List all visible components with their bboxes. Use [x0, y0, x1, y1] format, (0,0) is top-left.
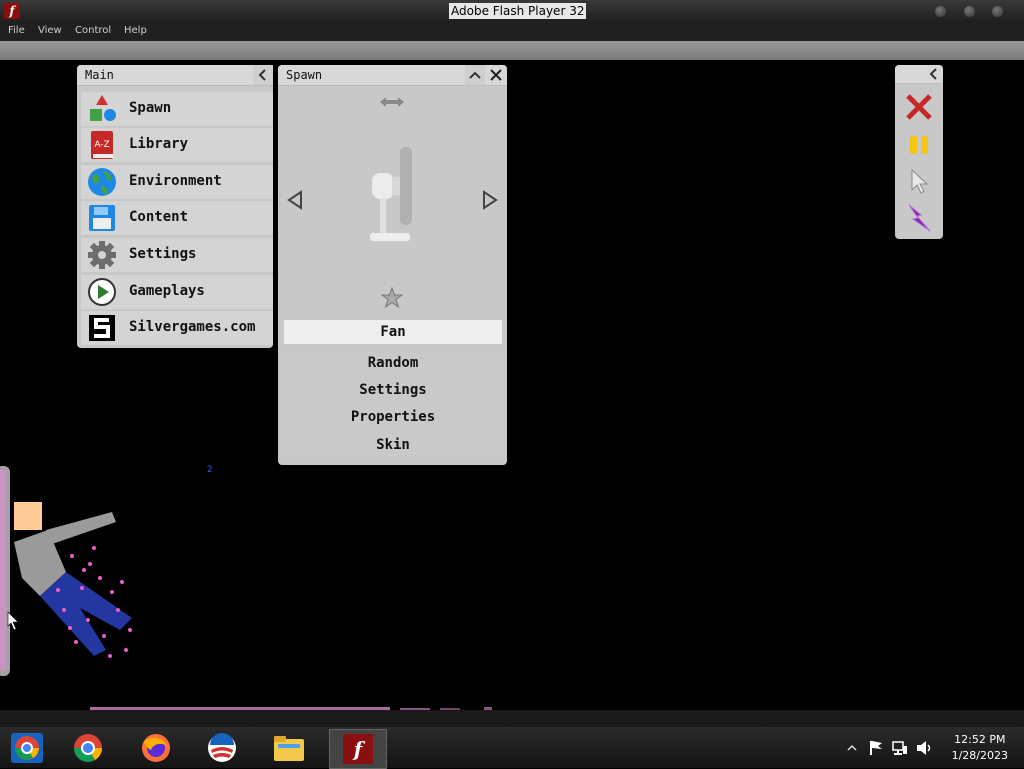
chrome-icon[interactable] — [10, 732, 44, 764]
cursor-icon[interactable] — [910, 168, 930, 194]
menu-item-label: Environment — [129, 173, 222, 189]
volume-icon[interactable] — [916, 740, 934, 756]
menu-item-content[interactable]: Content — [81, 201, 273, 235]
obama-logo-icon[interactable] — [205, 732, 239, 764]
close-icon[interactable] — [905, 93, 933, 121]
menu-item-silvergames[interactable]: Silvergames.com — [81, 311, 273, 345]
play-icon — [88, 278, 116, 306]
option-settings[interactable]: Settings — [284, 378, 502, 402]
horizontal-arrows-icon[interactable] — [378, 95, 406, 109]
menu-item-label: Library — [129, 136, 189, 152]
option-random[interactable]: Random — [284, 351, 502, 375]
window-title: Adobe Flash Player 32 — [449, 3, 587, 19]
chevron-up-icon[interactable] — [465, 65, 485, 85]
fan-preview-icon — [370, 147, 412, 241]
option-skin[interactable]: Skin — [284, 433, 502, 457]
menu-view[interactable]: View — [38, 25, 62, 36]
menu-file[interactable]: File — [8, 25, 25, 36]
option-properties[interactable]: Properties — [284, 405, 502, 429]
show-hidden-icons-icon[interactable] — [846, 742, 858, 754]
spawn-panel: Spawn Fan Random Settings Properties Ski… — [278, 65, 507, 465]
previous-arrow-icon[interactable] — [286, 190, 304, 210]
maximize-button[interactable] — [964, 6, 975, 17]
window-titlebar: f Adobe Flash Player 32 — [0, 0, 1024, 23]
close-window-button[interactable] — [992, 6, 1003, 17]
menu-item-label: Gameplays — [129, 283, 205, 299]
main-panel-title: Main — [85, 68, 114, 82]
next-arrow-icon[interactable] — [481, 190, 499, 210]
menu-item-settings[interactable]: Settings — [81, 238, 273, 272]
menu-item-environment[interactable]: Environment — [81, 165, 273, 199]
spawn-panel-header: Spawn — [278, 65, 507, 86]
silvergames-logo-icon — [89, 315, 115, 341]
flash-player-taskbar-button[interactable]: f — [329, 729, 387, 769]
game-stage[interactable]: Main Spawn A-Z Library Environment Conte… — [0, 60, 1024, 710]
action-center-flag-icon[interactable] — [869, 740, 883, 756]
flash-player-icon: f — [4, 3, 20, 19]
menu-help[interactable]: Help — [124, 25, 147, 36]
menu-item-label: Settings — [129, 246, 197, 262]
spawn-panel-title: Spawn — [286, 68, 323, 82]
clock-time: 12:52 PM — [954, 733, 1006, 746]
main-panel: Main Spawn A-Z Library Environment Conte… — [77, 65, 273, 348]
globe-icon — [88, 168, 116, 196]
chrome-icon[interactable] — [71, 732, 105, 764]
taskbar-strip — [0, 710, 1024, 727]
firefox-icon[interactable] — [139, 732, 173, 764]
menu-item-gameplays[interactable]: Gameplays — [81, 275, 273, 309]
ragdoll-figure[interactable] — [0, 460, 160, 680]
tool-panel — [895, 65, 943, 239]
main-panel-header: Main — [77, 65, 273, 86]
menu-item-label: Silvergames.com — [129, 319, 256, 335]
svg-text:A-Z: A-Z — [94, 140, 109, 150]
network-icon[interactable] — [892, 740, 908, 756]
menu-bar: File View Control Help — [0, 23, 1024, 41]
menu-item-label: Content — [129, 209, 189, 225]
system-clock[interactable]: 12:52 PM 1/28/2023 — [952, 732, 1008, 764]
collapse-left-icon[interactable] — [925, 65, 943, 83]
lightning-icon[interactable] — [905, 203, 933, 233]
close-icon[interactable] — [486, 65, 506, 85]
toolbar-strip — [0, 41, 1024, 61]
menu-control[interactable]: Control — [75, 25, 111, 36]
minimize-button[interactable] — [935, 6, 946, 17]
menu-item-spawn[interactable]: Spawn — [81, 92, 273, 126]
flash-player-icon: f — [343, 734, 373, 764]
book-icon: A-Z — [91, 131, 113, 159]
selected-item-fan[interactable]: Fan — [284, 320, 502, 344]
file-explorer-icon[interactable] — [272, 732, 306, 764]
menu-item-label: Spawn — [129, 100, 172, 116]
stage-label: 2 — [207, 465, 213, 475]
clock-date: 1/28/2023 — [951, 749, 1008, 762]
tool-panel-header — [895, 65, 943, 84]
shapes-icon — [90, 95, 116, 121]
gear-icon — [88, 241, 116, 269]
floppy-disk-icon — [89, 205, 115, 231]
star-icon[interactable] — [381, 287, 403, 309]
pause-icon[interactable] — [907, 133, 931, 157]
collapse-left-icon[interactable] — [253, 65, 273, 85]
menu-item-library[interactable]: A-Z Library — [81, 128, 273, 162]
